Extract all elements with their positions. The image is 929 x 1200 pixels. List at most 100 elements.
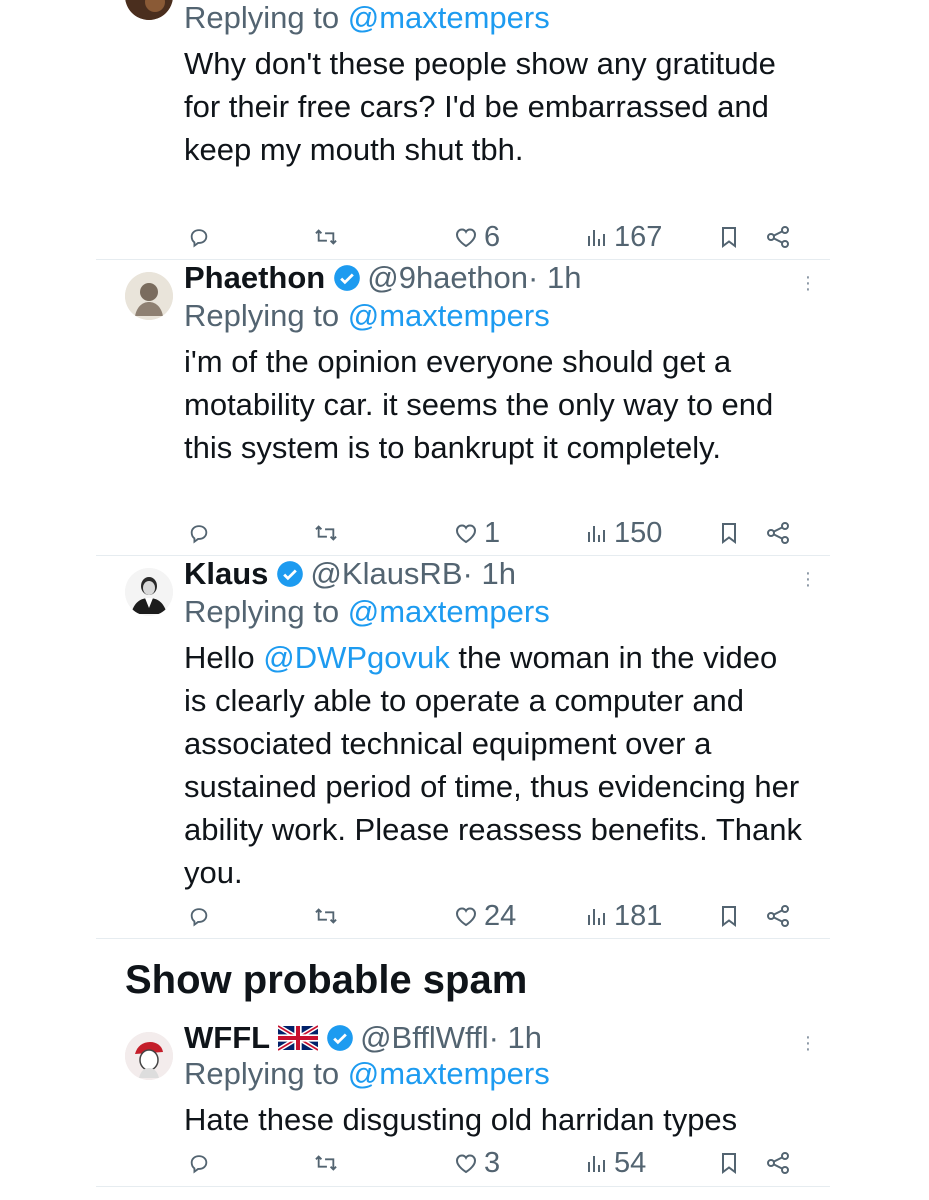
tweet-header: Phaethon @9haethon · 1h (184, 260, 581, 296)
views-icon (588, 909, 605, 925)
view-count: 54 (614, 1146, 647, 1179)
share-icon (767, 1152, 789, 1174)
retweet-button[interactable] (314, 220, 338, 254)
reply-button[interactable] (188, 1146, 210, 1180)
views-icon (588, 230, 605, 246)
bookmark-button[interactable] (720, 516, 738, 550)
like-icon (455, 524, 477, 544)
divider (96, 938, 830, 939)
bookmark-button[interactable] (720, 1146, 738, 1180)
like-icon (455, 1154, 477, 1174)
like-count: 6 (484, 220, 501, 253)
view-count: 167 (614, 220, 663, 253)
share-icon (767, 905, 789, 927)
retweet-icon (315, 908, 337, 924)
verified-icon (277, 561, 304, 587)
timestamp[interactable]: · 1h (528, 260, 581, 296)
retweet-button[interactable] (314, 1146, 338, 1180)
display-name[interactable]: WFFL (184, 1020, 270, 1056)
replying-to: Replying to @maxtempers (184, 1056, 550, 1091)
share-button[interactable] (766, 516, 790, 550)
reply-button[interactable] (188, 220, 210, 254)
like-count: 1 (484, 516, 501, 549)
like-button[interactable]: 1 (454, 516, 500, 550)
tweet-3[interactable]: Klaus @KlausRB · 1h · · · Replying to @max… (0, 556, 929, 938)
reply-to-link[interactable]: @maxtempers (348, 298, 550, 333)
retweet-icon (315, 229, 337, 245)
bookmark-icon (722, 906, 736, 927)
share-icon (767, 226, 789, 248)
avatar[interactable] (125, 272, 173, 320)
views-button[interactable]: 54 (586, 1146, 646, 1180)
avatar[interactable] (125, 568, 173, 616)
reply-icon (190, 229, 208, 248)
reply-icon (190, 1155, 208, 1174)
share-button[interactable] (766, 1146, 790, 1180)
views-button[interactable]: 150 (586, 516, 662, 550)
share-button[interactable] (766, 899, 790, 933)
views-icon (588, 526, 605, 542)
verified-icon (334, 265, 361, 291)
views-icon (588, 1156, 605, 1172)
views-button[interactable]: 167 (586, 220, 662, 254)
bookmark-icon (722, 1153, 736, 1174)
user-handle[interactable]: @KlausRB (310, 556, 462, 592)
view-count: 181 (614, 899, 663, 932)
retweet-icon (315, 525, 337, 541)
tweet-text: Hate these disgusting old harridan types (184, 1102, 738, 1137)
tweet-actions: 24 181 (184, 899, 804, 933)
replying-to: Replying to @maxtempers (184, 298, 550, 333)
user-handle[interactable]: @9haethon (367, 260, 528, 296)
reply-button[interactable] (188, 899, 210, 933)
bookmark-button[interactable] (720, 899, 738, 933)
bookmark-icon (722, 523, 736, 544)
reply-icon (190, 525, 208, 544)
bookmark-button[interactable] (720, 220, 738, 254)
retweet-icon (315, 1155, 337, 1171)
reply-to-link[interactable]: @maxtempers (348, 0, 550, 35)
tweet-header: Klaus @KlausRB · 1h (184, 556, 516, 592)
verified-icon (327, 1025, 353, 1051)
tweet-actions: 3 54 (184, 1146, 804, 1180)
like-button[interactable]: 24 (454, 899, 516, 933)
mention-link[interactable]: @DWPgovuk (263, 640, 450, 675)
tweet-actions: 6 167 (184, 220, 804, 254)
show-probable-spam-button[interactable]: Show probable spam (125, 958, 527, 1003)
view-count: 150 (614, 516, 663, 549)
like-button[interactable]: 6 (454, 220, 500, 254)
reply-to-link[interactable]: @maxtempers (348, 1056, 550, 1091)
retweet-button[interactable] (314, 516, 338, 550)
replying-to: Replying to @maxtempers (184, 0, 550, 35)
reply-icon (190, 908, 208, 927)
display-name[interactable]: Klaus (184, 556, 268, 592)
views-button[interactable]: 181 (586, 899, 662, 933)
tweet-actions: 1 150 (184, 516, 804, 550)
replying-to: Replying to @maxtempers (184, 594, 550, 629)
more-icon[interactable]: · · · (800, 267, 816, 299)
share-icon (767, 522, 789, 544)
share-button[interactable] (766, 220, 790, 254)
like-button[interactable]: 3 (454, 1146, 500, 1180)
user-handle[interactable]: @BfflWffl (360, 1020, 489, 1056)
tweet-2[interactable]: Phaethon @9haethon · 1h · · · Replying to … (0, 260, 929, 556)
timestamp[interactable]: · 1h (463, 556, 516, 592)
like-icon (455, 907, 477, 927)
avatar[interactable] (125, 0, 173, 20)
avatar[interactable] (125, 1032, 173, 1080)
reply-button[interactable] (188, 516, 210, 550)
like-count: 3 (484, 1146, 501, 1179)
like-count: 24 (484, 899, 517, 932)
timestamp[interactable]: · 1h (489, 1020, 542, 1056)
tweet-text: Why don't these people show any gratitud… (184, 46, 776, 167)
uk-flag-icon (278, 1025, 319, 1051)
more-icon[interactable]: · · · (800, 1027, 816, 1059)
bookmark-icon (722, 227, 736, 248)
like-icon (455, 228, 477, 248)
tweet-text: Hello @DWPgovuk the woman in the video i… (184, 640, 803, 890)
reply-to-link[interactable]: @maxtempers (348, 594, 550, 629)
more-icon[interactable]: · · · (800, 563, 816, 595)
tweet-text: i'm of the opinion everyone should get a… (184, 344, 774, 465)
display-name[interactable]: Phaethon (184, 260, 325, 296)
tweet-header: WFFL @BfflWffl · 1h (184, 1020, 542, 1056)
retweet-button[interactable] (314, 899, 338, 933)
